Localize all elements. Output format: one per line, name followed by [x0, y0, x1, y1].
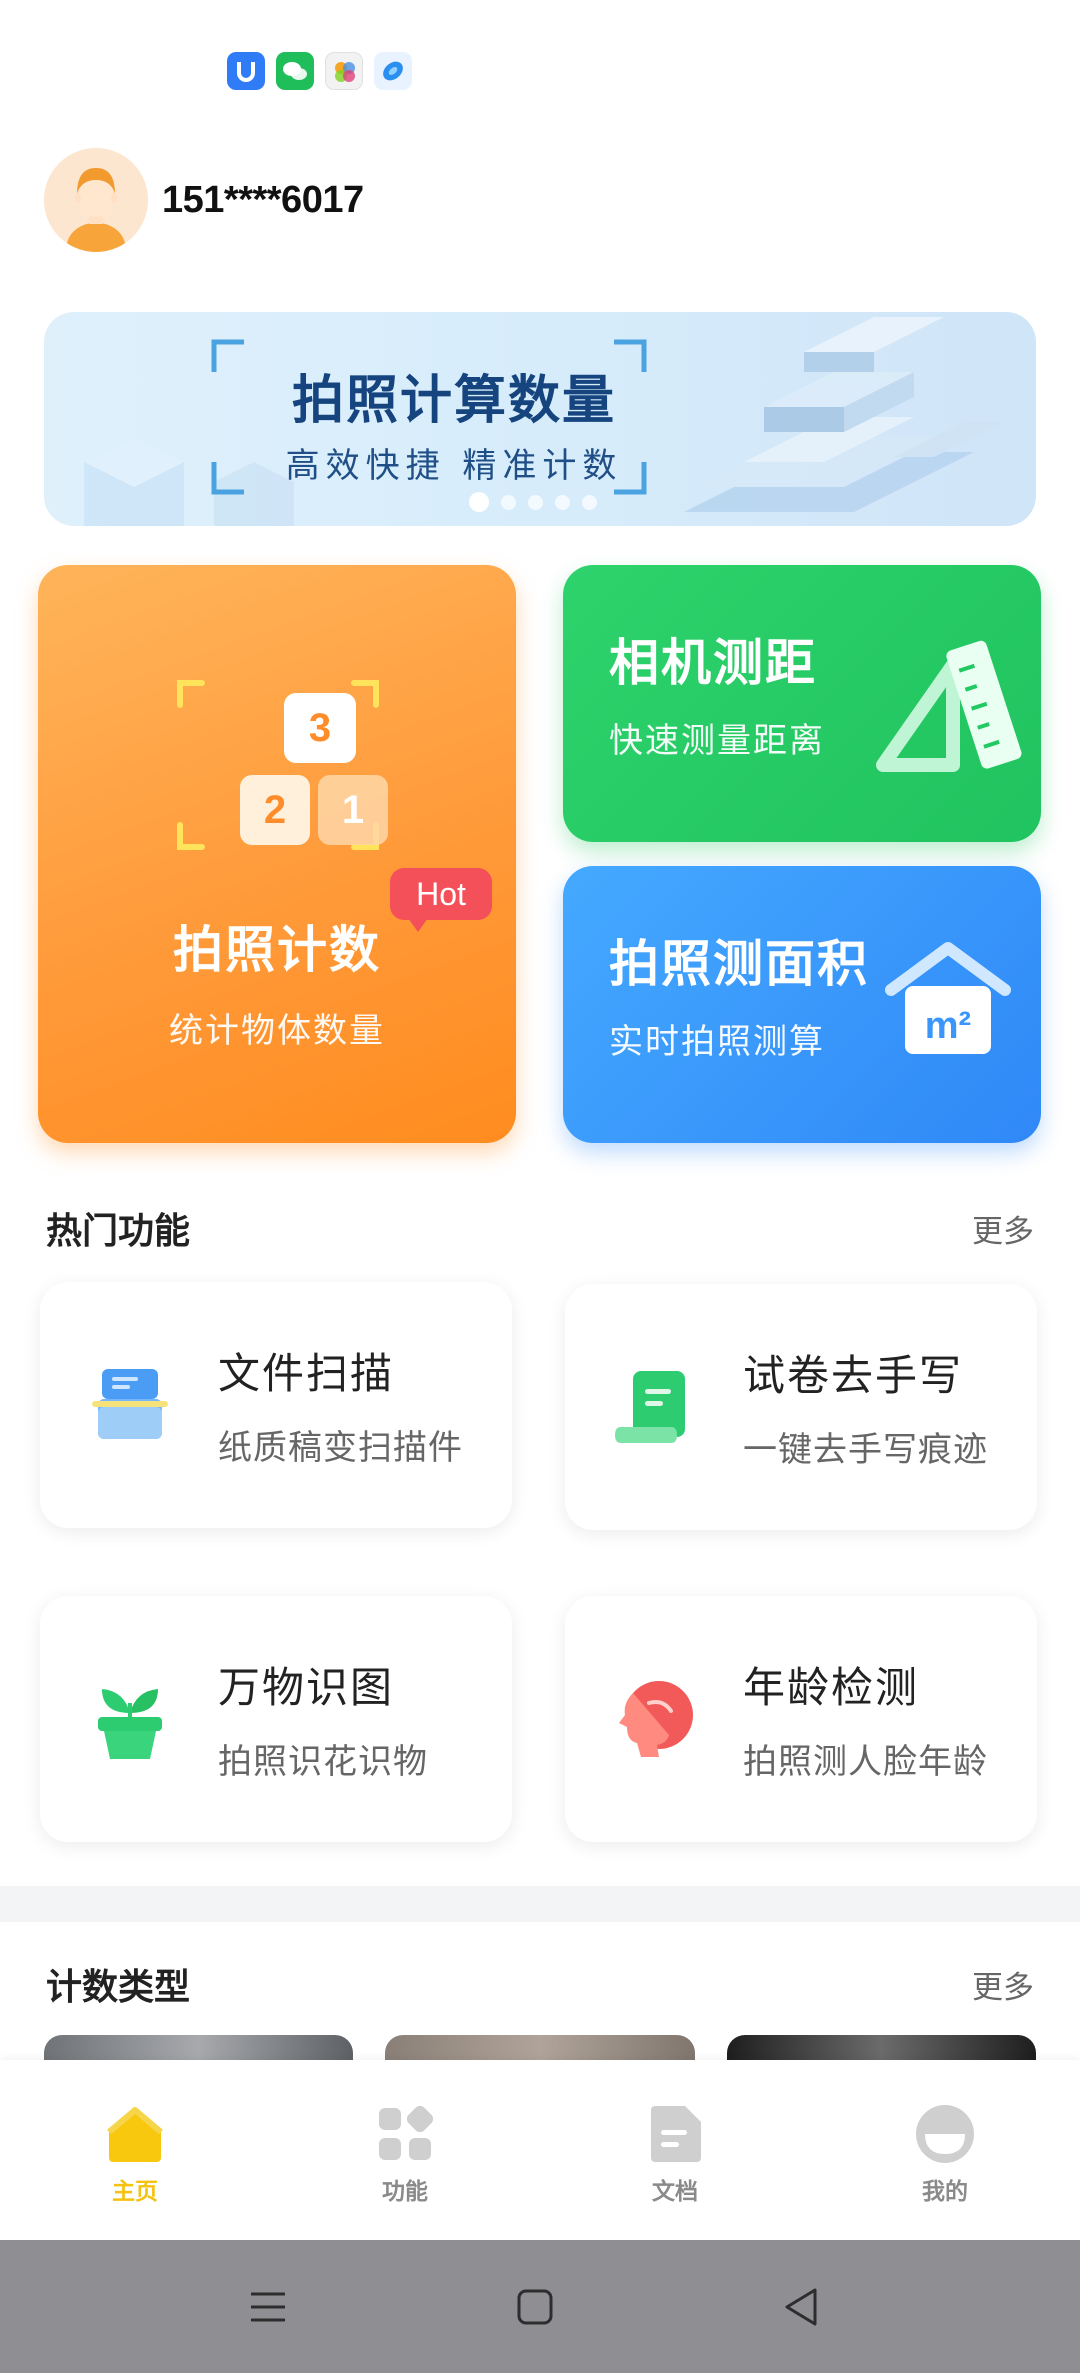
face-profile-icon: [619, 1681, 693, 1757]
nav-documents-label: 文档: [652, 2179, 698, 2205]
profile-icon: [916, 2105, 974, 2163]
banner-subtitle: 高效快捷 精准计数: [285, 446, 623, 486]
count-types-title: 计数类型: [46, 1967, 191, 2008]
count-types-more-link[interactable]: 更多: [972, 1962, 1034, 2007]
nav-profile-label: 我的: [922, 2179, 968, 2205]
nav-documents[interactable]: 文档: [540, 2060, 810, 2240]
test-paper-desc: 一键去手写痕迹: [743, 1430, 988, 1470]
carousel-dot[interactable]: [528, 494, 543, 510]
nav-features[interactable]: 功能: [270, 2060, 540, 2240]
carousel-dot[interactable]: [501, 494, 516, 510]
status-bar: [0, 0, 1080, 130]
test-paper-icon: [615, 1371, 685, 1443]
age-detection-desc: 拍照测人脸年龄: [743, 1742, 988, 1782]
plant-pot-icon: [98, 1689, 162, 1759]
camera-range-card[interactable]: 相机测距 快速测量距离: [563, 565, 1041, 842]
hot-features-title: 热门功能: [46, 1211, 191, 1252]
test-paper-tile[interactable]: 试卷去手写 一键去手写痕迹: [565, 1284, 1037, 1530]
user-phone: 151****6017: [162, 178, 364, 221]
photos-app-icon: [325, 52, 363, 90]
age-detection-name: 年龄检测: [743, 1663, 920, 1712]
photo-count-title: 拍照计数: [173, 921, 381, 979]
shield-app-icon: [227, 52, 265, 90]
avatar[interactable]: [44, 148, 148, 252]
object-recognition-name: 万物识图: [218, 1663, 395, 1712]
test-paper-name: 试卷去手写: [743, 1351, 964, 1400]
digit-three: 3: [309, 706, 331, 750]
object-recognition-desc: 拍照识花识物: [218, 1742, 428, 1782]
grid-icon: [379, 2105, 434, 2160]
browser-icon: [374, 52, 412, 90]
camera-range-subtitle: 快速测量距离: [609, 721, 825, 761]
carousel-dots: [469, 492, 597, 512]
nav-home[interactable]: 主页: [0, 2060, 270, 2240]
document-scan-tile[interactable]: 文件扫描 纸质稿变扫描件: [40, 1282, 512, 1528]
camera-range-title: 相机测距: [609, 634, 817, 692]
photo-area-subtitle: 实时拍照测算: [609, 1022, 825, 1062]
bottom-nav: 主页 功能 文档 我的: [0, 2060, 1080, 2240]
home-icon: [107, 2107, 163, 2162]
recent-apps-icon[interactable]: [243, 2282, 293, 2332]
age-detection-tile[interactable]: 年龄检测 拍照测人脸年龄: [565, 1596, 1037, 1842]
object-recognition-tile[interactable]: 万物识图 拍照识花识物: [40, 1596, 512, 1842]
promo-banner[interactable]: 拍照计算数量 高效快捷 精准计数: [44, 312, 1036, 526]
document-scan-name: 文件扫描: [218, 1349, 395, 1398]
nav-features-label: 功能: [382, 2179, 428, 2205]
system-nav-bar: [0, 2240, 1080, 2373]
section-divider: [0, 1886, 1080, 1922]
document-scan-desc: 纸质稿变扫描件: [218, 1428, 463, 1468]
back-icon[interactable]: [777, 2282, 827, 2332]
digit-two: 2: [264, 788, 286, 832]
digit-one: 1: [342, 788, 364, 832]
carousel-dot[interactable]: [469, 492, 489, 512]
photo-count-card[interactable]: 3 2 1 Hot 拍照计数 统计物体数量: [38, 565, 516, 1143]
carousel-dot[interactable]: [555, 494, 570, 510]
house-area-icon: m²: [885, 942, 1011, 1054]
hot-features-more-link[interactable]: 更多: [972, 1206, 1034, 1251]
nav-profile[interactable]: 我的: [810, 2060, 1080, 2240]
home-button-icon[interactable]: [510, 2282, 560, 2332]
document-scan-icon: [92, 1369, 168, 1439]
nav-home-label: 主页: [112, 2179, 158, 2205]
wechat-icon: [276, 52, 314, 90]
photo-area-title: 拍照测面积: [609, 935, 869, 993]
ruler-triangle-icon: [876, 640, 1022, 772]
area-unit-label: m²: [925, 1005, 971, 1047]
user-header[interactable]: 151****6017: [44, 148, 364, 252]
photo-area-card[interactable]: 拍照测面积 实时拍照测算 m²: [563, 866, 1041, 1143]
banner-title: 拍照计算数量: [291, 371, 616, 431]
number-blocks-icon: 3 2 1: [177, 680, 388, 850]
document-icon: [651, 2106, 701, 2162]
photo-count-subtitle: 统计物体数量: [169, 1011, 385, 1051]
carousel-dot[interactable]: [582, 494, 597, 510]
